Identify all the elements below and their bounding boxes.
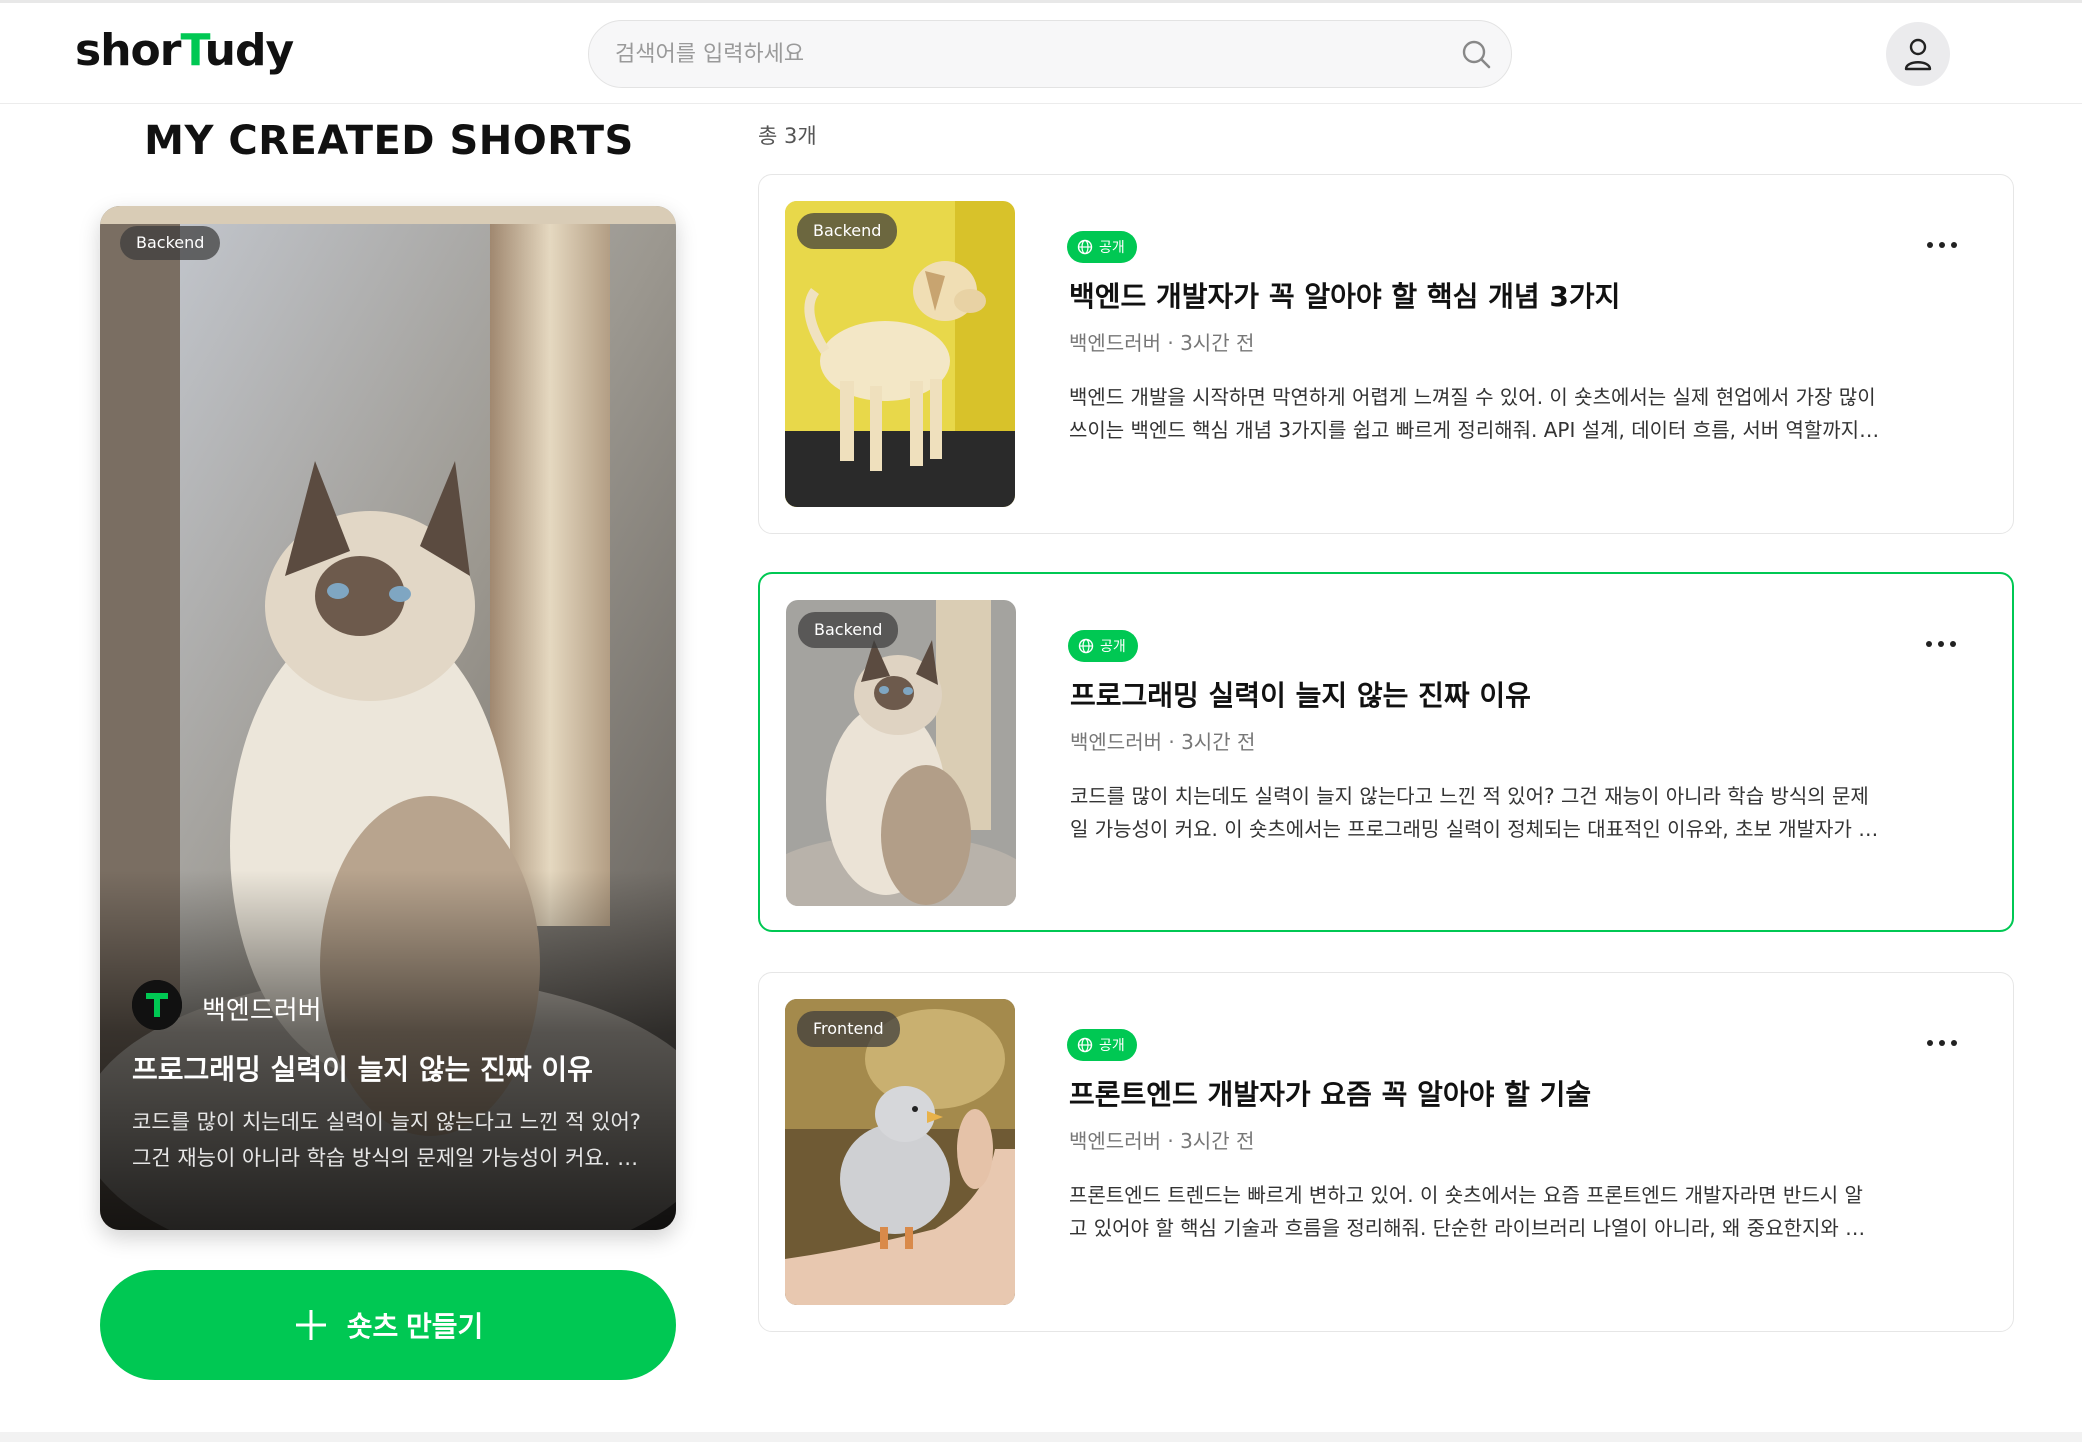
visibility-badge: 공개 — [1067, 231, 1137, 263]
top-bar: shorTudy — [0, 3, 2082, 104]
search-input[interactable] — [615, 21, 1435, 87]
page-title: MY CREATED SHORTS — [144, 118, 634, 164]
plus-icon — [295, 1310, 326, 1340]
short-card[interactable]: Frontend 공개 프론트엔드 개발자가 요즘 꼭 알아야 할 기술 백엔드… — [758, 972, 2014, 1332]
author-name: 백엔드러버 — [202, 996, 322, 1026]
short-card-selected[interactable]: Backend 공개 프로그래밍 실력이 늘지 않는 진짜 이유 백엔드러버 ·… — [758, 572, 2014, 932]
short-meta: 백엔드러버 · 3시간 전 — [1069, 331, 1255, 355]
thumbnail: Frontend — [785, 999, 1015, 1305]
search-bar — [588, 20, 1512, 88]
user-icon — [1904, 38, 1932, 71]
short-meta: 백엔드러버 · 3시간 전 — [1069, 1129, 1255, 1153]
short-title: 백엔드 개발자가 꼭 알아야 할 핵심 개념 3가지 — [1069, 280, 1621, 313]
short-meta: 백엔드러버 · 3시간 전 — [1070, 730, 1256, 754]
thumbnail: Backend — [786, 600, 1016, 906]
create-short-label: 숏츠 만들기 — [346, 1311, 484, 1342]
profile-button[interactable] — [1886, 22, 1950, 86]
bottom-border — [0, 1432, 2082, 1442]
category-tag: Backend — [798, 612, 899, 648]
featured-short-card[interactable]: Backend 백엔드러버 프로그래밍 실력이 늘지 않는 진짜 이유 코드를 … — [100, 206, 676, 1230]
search-icon[interactable] — [1459, 37, 1493, 71]
logo[interactable]: shorTudy — [75, 25, 294, 76]
more-options-icon[interactable] — [1927, 235, 1957, 255]
short-title: 프론트엔드 개발자가 요즘 꼭 알아야 할 기술 — [1069, 1078, 1592, 1111]
thumbnail: Backend — [785, 201, 1015, 507]
globe-icon — [1078, 638, 1094, 654]
globe-icon — [1077, 1037, 1093, 1053]
globe-icon — [1077, 239, 1093, 255]
featured-title: 프로그래밍 실력이 늘지 않는 진짜 이유 — [132, 1053, 593, 1086]
category-tag: Frontend — [797, 1011, 900, 1047]
category-tag: Backend — [120, 226, 221, 260]
more-options-icon[interactable] — [1926, 634, 1956, 654]
short-card[interactable]: Backend 공개 백엔드 개발자가 꼭 알아야 할 핵심 개념 3가지 백엔… — [758, 174, 2014, 534]
visibility-badge: 공개 — [1067, 1029, 1137, 1061]
featured-description: 코드를 많이 치는데도 실력이 늘지 않는다고 느낀 적 있어? 그건 재능이 … — [132, 1110, 641, 1170]
short-description: 백엔드 개발을 시작하면 막연하게 어렵게 느껴질 수 있어. 이 숏츠에서는 … — [1069, 385, 1880, 442]
more-options-icon[interactable] — [1927, 1033, 1957, 1053]
total-count: 총 3개 — [758, 124, 817, 148]
author-avatar — [132, 980, 182, 1030]
category-tag: Backend — [797, 213, 898, 249]
short-description: 프론트엔드 트렌드는 빠르게 변하고 있어. 이 숏츠에서는 요즘 프론트엔드 … — [1069, 1183, 1866, 1240]
create-short-button[interactable]: 숏츠 만들기 — [100, 1270, 676, 1380]
visibility-badge: 공개 — [1068, 630, 1138, 662]
short-title: 프로그래밍 실력이 늘지 않는 진짜 이유 — [1070, 679, 1531, 712]
short-description: 코드를 많이 치는데도 실력이 늘지 않는다고 느낀 적 있어? 그건 재능이 … — [1070, 784, 1879, 841]
